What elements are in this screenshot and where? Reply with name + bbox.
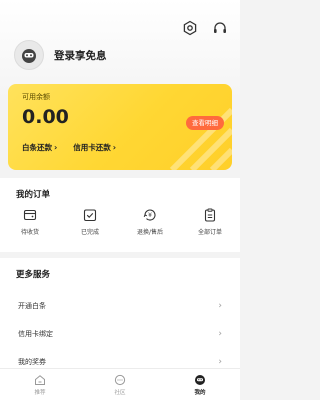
chevron-right-icon: › [218, 329, 222, 339]
order-item-to-receive[interactable]: 待收货 [0, 208, 60, 236]
order-label: 待收货 [20, 229, 39, 236]
services-section: 更多服务 开通白条 › 信用卡绑定 › 我的奖券 › [0, 258, 240, 368]
order-label: 已完成 [80, 229, 99, 236]
top-icons [182, 20, 228, 36]
bottom-nav: 推荐 社区 我的 [0, 368, 240, 400]
orders-section: 我的订单 待收货 已完成 ¥ 退换/售后 全部订单 [0, 178, 240, 252]
available-balance-label: 可用余额 [22, 93, 50, 101]
nav-label: 推荐 [34, 390, 46, 396]
chevron-right-icon: › [218, 301, 222, 311]
baitiao-repay-link[interactable]: 白条还款 › [22, 142, 57, 153]
avatar-face-icon [22, 49, 36, 63]
nav-label: 社区 [114, 390, 126, 396]
card-links: 白条还款 › 信用卡还款 › [22, 142, 116, 153]
clipboard-icon [204, 208, 216, 222]
order-item-returns[interactable]: ¥ 退换/售后 [120, 208, 180, 236]
chevron-right-icon: › [54, 143, 58, 152]
balance-card[interactable]: 可用余额 0.00 查看明细 白条还款 › 信用卡还款 › [8, 84, 232, 170]
account-page: 登录享免息 可用余额 0.00 查看明细 白条还款 › 信用卡还款 › 我的订单 [0, 0, 240, 400]
profile-row[interactable]: 登录享免息 [14, 40, 107, 70]
order-status-row: 待收货 已完成 ¥ 退换/售后 全部订单 [0, 208, 240, 236]
wallet-icon [23, 209, 37, 221]
chevron-right-icon: › [218, 357, 222, 367]
order-item-all[interactable]: 全部订单 [180, 208, 240, 236]
chat-icon [114, 374, 126, 386]
svg-text:¥: ¥ [148, 212, 152, 219]
service-label: 开通白条 [18, 302, 46, 310]
view-details-button[interactable]: 查看明细 [186, 116, 224, 130]
baitiao-repay-label: 白条还款 [22, 143, 52, 152]
nav-item-community[interactable]: 社区 [80, 369, 160, 400]
yuan-refund-icon: ¥ [143, 209, 156, 221]
order-label: 全部订单 [197, 229, 222, 236]
orders-title: 我的订单 [16, 190, 51, 200]
nav-label: 我的 [194, 390, 206, 396]
profile-icon [195, 375, 205, 385]
headset-icon[interactable] [212, 20, 228, 36]
service-item-bind-credit-card[interactable]: 信用卡绑定 › [0, 320, 240, 348]
service-item-open-baitiao[interactable]: 开通白条 › [0, 292, 240, 320]
nav-item-mine[interactable]: 我的 [160, 369, 240, 400]
chevron-right-icon: › [112, 143, 117, 152]
avatar[interactable] [14, 40, 44, 70]
services-title: 更多服务 [16, 270, 51, 280]
service-label: 我的奖券 [18, 358, 46, 366]
credit-card-repay-label: 信用卡还款 [73, 143, 111, 152]
check-box-icon [83, 209, 97, 222]
order-label: 退换/售后 [136, 229, 164, 236]
home-icon [35, 375, 45, 385]
balance-amount: 0.00 [22, 106, 69, 128]
nav-item-recommend[interactable]: 推荐 [0, 369, 80, 400]
order-item-completed[interactable]: 已完成 [60, 208, 120, 236]
settings-icon[interactable] [182, 20, 198, 36]
login-prompt[interactable]: 登录享免息 [54, 48, 107, 63]
credit-card-repay-link[interactable]: 信用卡还款 › [73, 142, 116, 153]
card-stripes-decoration [169, 107, 232, 170]
service-label: 信用卡绑定 [18, 330, 53, 338]
